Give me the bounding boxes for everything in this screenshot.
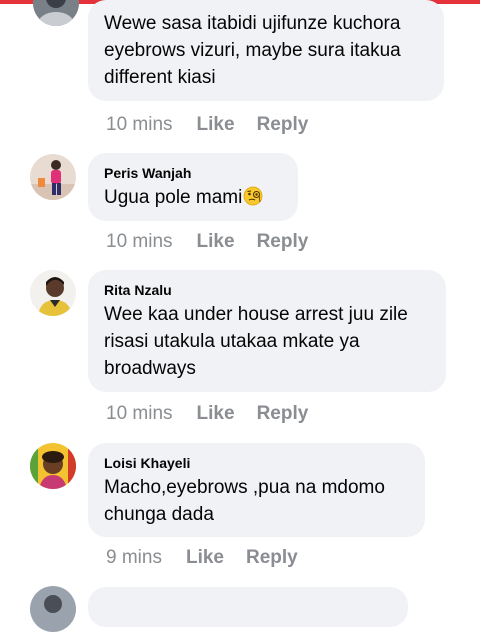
comment-text: Macho,eyebrows ,pua na mdomo chunga dada xyxy=(104,477,385,525)
comment-author[interactable]: Peris Wanjah xyxy=(104,165,191,181)
comment-bubble[interactable]: Rita Nzalu Wee kaa under house arrest ju… xyxy=(88,270,446,392)
commenter-avatar[interactable] xyxy=(33,0,79,26)
like-button[interactable]: Like xyxy=(197,114,235,136)
comment-timestamp[interactable]: 10 mins xyxy=(106,231,173,253)
comment-author[interactable]: Loisi Khayeli xyxy=(104,455,190,471)
commenter-avatar[interactable] xyxy=(30,443,76,489)
comment-bubble[interactable]: Wewe sasa itabidi ujifunze kuchora eyebr… xyxy=(88,0,444,101)
like-button[interactable]: Like xyxy=(197,231,235,253)
comment-bubble[interactable] xyxy=(88,587,408,627)
reply-button[interactable]: Reply xyxy=(246,547,298,569)
reply-button[interactable]: Reply xyxy=(257,403,309,425)
comment-actions: 10 mins Like Reply xyxy=(106,114,308,136)
comment-text: Wewe sasa itabidi ujifunze kuchora eyebr… xyxy=(104,13,401,88)
comment-actions: 10 mins Like Reply xyxy=(106,231,308,253)
comment-timestamp[interactable]: 10 mins xyxy=(106,114,173,136)
comment-actions: 9 mins Like Reply xyxy=(106,547,298,569)
like-button[interactable]: Like xyxy=(186,547,224,569)
comment-timestamp[interactable]: 9 mins xyxy=(106,547,162,569)
commenter-avatar[interactable] xyxy=(30,154,76,200)
comment-bubble[interactable]: Peris Wanjah Ugua pole mami xyxy=(88,153,298,221)
commenter-avatar[interactable] xyxy=(30,586,76,632)
reply-button[interactable]: Reply xyxy=(257,114,309,136)
face-with-monocle-icon xyxy=(243,186,263,206)
commenter-avatar[interactable] xyxy=(30,270,76,316)
comment-text: Ugua pole mami xyxy=(104,184,263,211)
comment-timestamp[interactable]: 10 mins xyxy=(106,403,173,425)
like-button[interactable]: Like xyxy=(197,403,235,425)
comment-author[interactable]: Rita Nzalu xyxy=(104,282,172,298)
reply-button[interactable]: Reply xyxy=(257,231,309,253)
comment-text: Wee kaa under house arrest juu zile risa… xyxy=(104,304,408,379)
comment-actions: 10 mins Like Reply xyxy=(106,403,308,425)
comment-bubble[interactable]: Loisi Khayeli Macho,eyebrows ,pua na mdo… xyxy=(88,443,425,537)
